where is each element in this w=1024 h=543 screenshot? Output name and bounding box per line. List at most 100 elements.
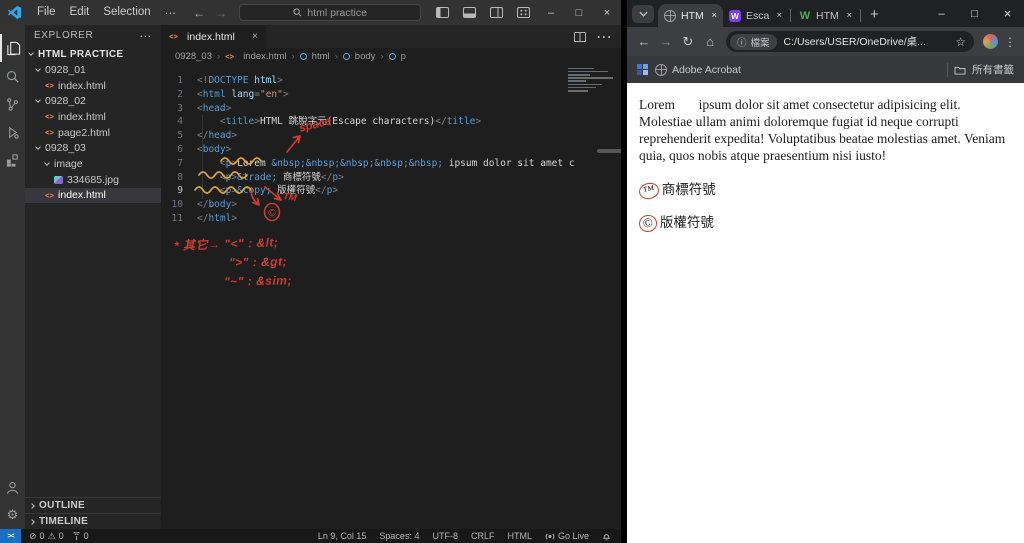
- menu-selection[interactable]: Selection: [96, 6, 157, 20]
- ports-indicator[interactable]: 0: [72, 531, 89, 541]
- extension-icon[interactable]: [983, 34, 998, 49]
- code-line-8[interactable]: 8 <p>&trade; 商標符號</p>: [161, 171, 621, 185]
- close-tab-icon[interactable]: ×: [252, 31, 258, 42]
- browser-tabs: HTM × W Esca × W HTM ×: [658, 4, 863, 27]
- line-number: 9: [177, 185, 183, 197]
- browser-minimize-button[interactable]: –: [925, 0, 958, 27]
- tree-item-image[interactable]: image: [25, 156, 161, 172]
- tab-search-button[interactable]: [632, 5, 654, 23]
- image-file-icon: [54, 175, 63, 184]
- problems-indicator[interactable]: ⊘ 0 ⚠ 0: [29, 531, 64, 542]
- tree-root-html-practice[interactable]: HTML PRACTICE: [25, 46, 161, 62]
- menu-edit[interactable]: Edit: [63, 6, 97, 20]
- eol-setting[interactable]: CRLF: [471, 531, 495, 541]
- editor-area: <> index.html × ⋯ 0928_03 › <> index.html…: [161, 25, 621, 529]
- account-icon[interactable]: [0, 473, 25, 501]
- menu-file[interactable]: File: [30, 6, 63, 20]
- browser-menu-icon[interactable]: ⋮: [1002, 35, 1018, 49]
- browser-home-icon[interactable]: ⌂: [699, 34, 721, 49]
- minimap[interactable]: [564, 66, 618, 93]
- language-mode[interactable]: HTML: [507, 531, 532, 541]
- vscode-minimize-button[interactable]: –: [537, 0, 565, 25]
- code-text: </head>: [197, 130, 238, 142]
- code-line-7[interactable]: 7 <p>Lorem &nbsp;&nbsp;&nbsp;&nbsp;&nbsp…: [161, 157, 621, 171]
- line-number: 8: [177, 171, 183, 183]
- tree-item-0928_02[interactable]: 0928_02: [25, 93, 161, 109]
- divider: [947, 62, 948, 77]
- run-debug-icon[interactable]: [0, 118, 25, 146]
- forward-arrow-icon[interactable]: →: [215, 6, 227, 20]
- all-bookmarks-button[interactable]: 所有書籤: [972, 62, 1014, 77]
- explorer-more-icon[interactable]: ⋯: [139, 29, 152, 43]
- bookmark-adobe-acrobat[interactable]: Adobe Acrobat: [655, 63, 741, 76]
- customize-layout-icon[interactable]: [517, 7, 530, 18]
- browser-maximize-button[interactable]: □: [958, 0, 991, 27]
- bookmark-star-icon[interactable]: ☆: [955, 35, 966, 49]
- breadcrumb[interactable]: 0928_03 › <> index.html › html › body › p: [161, 48, 621, 64]
- apps-grid-icon[interactable]: [637, 64, 648, 75]
- browser-reload-icon[interactable]: ↻: [677, 34, 699, 50]
- trademark-line: ™ 商標符號: [637, 180, 1015, 201]
- code-line-6[interactable]: 6 <body>: [161, 143, 621, 157]
- toggle-secondary-sidebar-icon[interactable]: [490, 7, 503, 18]
- tree-item-index.html[interactable]: <> index.html: [25, 78, 161, 94]
- bell-icon[interactable]: [602, 531, 611, 541]
- horizontal-scrollbar[interactable]: [597, 149, 621, 153]
- tree-item-label: index.html: [58, 79, 106, 92]
- symbol-icon: [342, 52, 350, 60]
- code-line-10[interactable]: 10 </body>: [161, 198, 621, 212]
- editor-tab-index-html[interactable]: <> index.html ×: [161, 25, 267, 48]
- tree-item-page2.html[interactable]: <> page2.html: [25, 125, 161, 141]
- close-tab-icon[interactable]: ×: [711, 10, 717, 21]
- warning-icon: ⚠: [47, 530, 56, 541]
- split-editor-icon[interactable]: [574, 31, 586, 42]
- vscode-maximize-button[interactable]: □: [565, 0, 593, 25]
- toggle-sidebar-icon[interactable]: [436, 7, 449, 18]
- close-tab-icon[interactable]: ×: [776, 10, 782, 21]
- code-line-5[interactable]: 5 </head>: [161, 129, 621, 143]
- code-text: <head>: [197, 102, 232, 114]
- cursor-position[interactable]: Ln 9, Col 15: [318, 531, 367, 541]
- code-line-1[interactable]: 1 <!DOCTYPE html>: [161, 74, 621, 88]
- line-number: 7: [177, 157, 183, 169]
- vscode-close-button[interactable]: ×: [593, 0, 621, 25]
- code-line-2[interactable]: 2 <html lang="en">: [161, 88, 621, 102]
- toggle-panel-icon[interactable]: [463, 7, 476, 18]
- remote-indicator[interactable]: ><: [0, 529, 21, 543]
- browser-tab-1[interactable]: HTM ×: [658, 4, 723, 27]
- tree-item-index.html[interactable]: <> index.html: [25, 187, 161, 204]
- code-line-4[interactable]: 4 <title>HTML 跳脫字元(Escape characters)</t…: [161, 115, 621, 129]
- editor-more-icon[interactable]: ⋯: [596, 27, 612, 47]
- browser-back-icon[interactable]: ←: [633, 34, 655, 49]
- timeline-panel[interactable]: TIMELINE: [25, 513, 161, 529]
- tree-item-index.html[interactable]: <> index.html: [25, 109, 161, 125]
- encoding-setting[interactable]: UTF-8: [432, 531, 458, 541]
- extensions-icon[interactable]: [0, 146, 25, 174]
- back-arrow-icon[interactable]: ←: [193, 6, 205, 20]
- address-bar[interactable]: ⓘ 檔案 C:/Users/USER/OneDrive/桌... ☆: [726, 31, 974, 52]
- browser-tab-2[interactable]: W Esca ×: [723, 4, 788, 27]
- outline-panel[interactable]: OUTLINE: [25, 497, 161, 513]
- go-live-button[interactable]: Go Live: [545, 531, 589, 541]
- code-line-3[interactable]: 3 <head>: [161, 102, 621, 116]
- code-text: <!DOCTYPE html>: [197, 75, 283, 86]
- code-line-11[interactable]: 11 </html>: [161, 212, 621, 226]
- indentation-setting[interactable]: Spaces: 4: [379, 531, 419, 541]
- tree-item-334685.jpg[interactable]: 334685.jpg: [25, 172, 161, 188]
- search-sidebar-icon[interactable]: [0, 62, 25, 90]
- close-tab-icon[interactable]: ×: [846, 10, 852, 21]
- code-editor[interactable]: 1 <!DOCTYPE html> 2 <html lang="en"> 3 <head>…: [161, 64, 621, 226]
- workspace-search-box[interactable]: html practice: [239, 4, 422, 21]
- source-control-icon[interactable]: [0, 90, 25, 118]
- browser-tab-3[interactable]: W HTM ×: [793, 4, 858, 27]
- browser-forward-icon[interactable]: →: [655, 34, 677, 49]
- explorer-icon[interactable]: [0, 34, 25, 62]
- tree-item-0928_01[interactable]: 0928_01: [25, 62, 161, 78]
- tree-item-0928_03[interactable]: 0928_03: [25, 140, 161, 156]
- settings-gear-icon[interactable]: ⚙: [0, 501, 25, 529]
- code-line-9[interactable]: 9 <p>&copy; 版權符號</p>: [161, 184, 621, 198]
- browser-close-button[interactable]: ×: [991, 0, 1024, 27]
- site-info-chip[interactable]: ⓘ 檔案: [730, 33, 777, 50]
- new-tab-button[interactable]: +: [870, 7, 879, 22]
- menu-overflow[interactable]: ⋯: [158, 6, 184, 20]
